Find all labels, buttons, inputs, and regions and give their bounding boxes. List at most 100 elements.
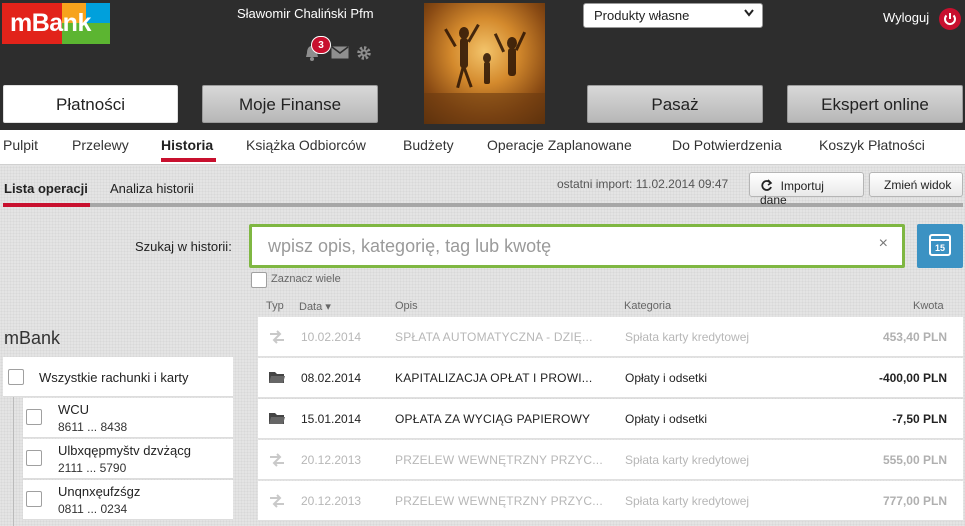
folder-icon: [268, 410, 286, 430]
active-subnav-indicator: [161, 158, 216, 162]
account-name: Unqnxęufzśgz: [58, 484, 141, 499]
change-view-button[interactable]: Zmień widok: [869, 172, 963, 197]
calendar-day: 15: [934, 243, 945, 253]
clear-search-icon[interactable]: ×: [879, 235, 888, 253]
search-box: ×: [249, 224, 905, 268]
search-label: Szukaj w historii:: [135, 239, 232, 254]
operation-amount: -400,00 PLN: [878, 371, 947, 385]
account-checkbox[interactable]: [26, 409, 42, 425]
products-select-value: Produkty własne: [594, 8, 690, 23]
gear-icon[interactable]: [356, 45, 372, 65]
tab-lista-operacji[interactable]: Lista operacji: [4, 181, 88, 196]
user-name: Sławomir Chaliński Pfm: [237, 6, 374, 21]
subnav-ksiazka-odbiorcow[interactable]: Książka Odbiorców: [246, 137, 366, 153]
tab-analiza-historii[interactable]: Analiza historii: [110, 181, 194, 196]
tab-pasaz[interactable]: Pasaż: [587, 85, 763, 123]
subnav-operacje-zaplanowane[interactable]: Operacje Zaplanowane: [487, 137, 632, 153]
mail-icon[interactable]: [331, 46, 349, 63]
header-icons: 3: [303, 36, 383, 70]
operation-desc: SPŁATA AUTOMATYCZNA - DZIĘ...: [395, 330, 593, 344]
subnav-koszyk-platnosci[interactable]: Koszyk Płatności: [819, 137, 925, 153]
account-item[interactable]: Unqnxęufzśgz 0811 ... 0234: [23, 480, 233, 520]
operation-category[interactable]: Spłata karty kredytowej: [625, 494, 749, 508]
col-amount[interactable]: Kwota: [913, 300, 944, 312]
operation-category[interactable]: Spłata karty kredytowej: [625, 453, 749, 467]
operation-desc: KAPITALIZACJA OPŁAT I PROWI...: [395, 371, 593, 385]
operation-row[interactable]: 15.01.2014 OPŁATA ZA WYCIĄG PAPIEROWY Op…: [258, 399, 963, 439]
tree-line: [13, 397, 14, 526]
transfer-icon: [268, 492, 286, 514]
operation-row[interactable]: 20.12.2013 PRZELEW WEWNĘTRZNY PRZYC... S…: [258, 440, 963, 480]
subnav-pulpit[interactable]: Pulpit: [3, 137, 38, 153]
transfer-icon: [268, 451, 286, 473]
chevron-down-icon: [744, 9, 754, 20]
operation-date: 20.12.2013: [301, 453, 362, 467]
operation-desc: PRZELEW WEWNĘTRZNY PRZYC...: [395, 453, 603, 467]
operation-date: 20.12.2013: [301, 494, 362, 508]
account-name: Ulbxqępmyštv dzvżącg: [58, 443, 191, 458]
col-date[interactable]: Data ▾: [299, 300, 331, 313]
col-desc[interactable]: Opis: [395, 300, 418, 312]
col-type: Typ: [266, 300, 284, 312]
logo-text: mBank: [10, 9, 91, 37]
tabs-track: [3, 203, 963, 207]
operation-category[interactable]: Opłaty i odsetki: [625, 412, 707, 426]
account-item[interactable]: WCU 8611 ... 8438: [23, 398, 233, 438]
account-number: 0811 ... 0234: [58, 502, 128, 516]
tab-ekspert-online[interactable]: Ekspert online: [787, 85, 963, 123]
col-date-label: Data: [299, 301, 323, 313]
operation-row[interactable]: 08.02.2014 KAPITALIZACJA OPŁAT I PROWI..…: [258, 358, 963, 398]
account-number: 2111 ... 5790: [58, 461, 127, 475]
operation-amount: 453,40 PLN: [882, 330, 947, 344]
all-accounts-label: Wszystkie rachunki i karty: [39, 370, 189, 385]
operation-desc: PRZELEW WEWNĘTRZNY PRZYC...: [395, 494, 603, 508]
tab-moje-finanse[interactable]: Moje Finanse: [202, 85, 378, 123]
calendar-button[interactable]: 15: [917, 224, 963, 268]
account-checkbox[interactable]: [26, 491, 42, 507]
operation-category[interactable]: Opłaty i odsetki: [625, 371, 707, 385]
multi-select-label: Zaznacz wiele: [271, 273, 341, 285]
operation-category[interactable]: Spłata karty kredytowej: [625, 330, 749, 344]
operation-date: 10.02.2014: [301, 330, 362, 344]
products-select[interactable]: Produkty własne: [583, 3, 763, 28]
subnav-historia[interactable]: Historia: [161, 137, 213, 153]
col-category[interactable]: Kategoria: [624, 300, 671, 312]
account-name: WCU: [58, 402, 90, 417]
transfer-icon: [268, 328, 286, 350]
active-tab-indicator: [3, 203, 90, 207]
refresh-icon: [760, 178, 777, 193]
operation-date: 08.02.2014: [301, 371, 362, 385]
operation-amount: 555,00 PLN: [882, 453, 947, 467]
operation-amount: 777,00 PLN: [882, 494, 947, 508]
tab-platnosci[interactable]: Płatności: [3, 85, 178, 123]
power-icon[interactable]: [939, 8, 961, 30]
search-input[interactable]: [252, 227, 852, 265]
subnav-przelewy[interactable]: Przelewy: [72, 137, 129, 153]
sub-navigation: Pulpit Przelewy Historia Książka Odbiorc…: [0, 130, 965, 165]
multi-select-checkbox[interactable]: [251, 272, 267, 288]
operation-desc: OPŁATA ZA WYCIĄG PAPIEROWY: [395, 412, 591, 426]
header-photo: [424, 3, 545, 124]
notification-badge[interactable]: 3: [311, 36, 331, 54]
all-accounts-checkbox[interactable]: [8, 369, 24, 385]
operation-amount: -7,50 PLN: [892, 412, 947, 426]
account-number: 8611 ... 8438: [58, 420, 128, 434]
import-data-button[interactable]: Importuj dane: [749, 172, 864, 207]
account-checkbox[interactable]: [26, 450, 42, 466]
calendar-icon: 15: [929, 234, 951, 256]
operation-row[interactable]: 10.02.2014 SPŁATA AUTOMATYCZNA - DZIĘ...…: [258, 317, 963, 357]
all-accounts-item[interactable]: Wszystkie rachunki i karty: [3, 357, 233, 397]
last-import-info: ostatni import: 11.02.2014 09:47: [557, 177, 729, 191]
accounts-bank-title: mBank: [4, 328, 61, 348]
top-header: mBank Sławomir Chaliński Pfm 3 Produkty …: [0, 0, 965, 130]
sort-desc-icon: ▾: [325, 301, 331, 313]
mbank-logo[interactable]: mBank: [2, 3, 110, 44]
subnav-do-potwierdzenia[interactable]: Do Potwierdzenia: [672, 137, 782, 153]
folder-icon: [268, 369, 286, 389]
account-item[interactable]: Ulbxqępmyštv dzvżącg 2111 ... 5790: [23, 439, 233, 479]
subnav-budzety[interactable]: Budżety: [403, 137, 454, 153]
calendar-icon-bar: [931, 239, 949, 241]
logout-link[interactable]: Wyloguj: [883, 10, 929, 25]
operation-date: 15.01.2014: [301, 412, 362, 426]
operation-row[interactable]: 20.12.2013 PRZELEW WEWNĘTRZNY PRZYC... S…: [258, 481, 963, 521]
